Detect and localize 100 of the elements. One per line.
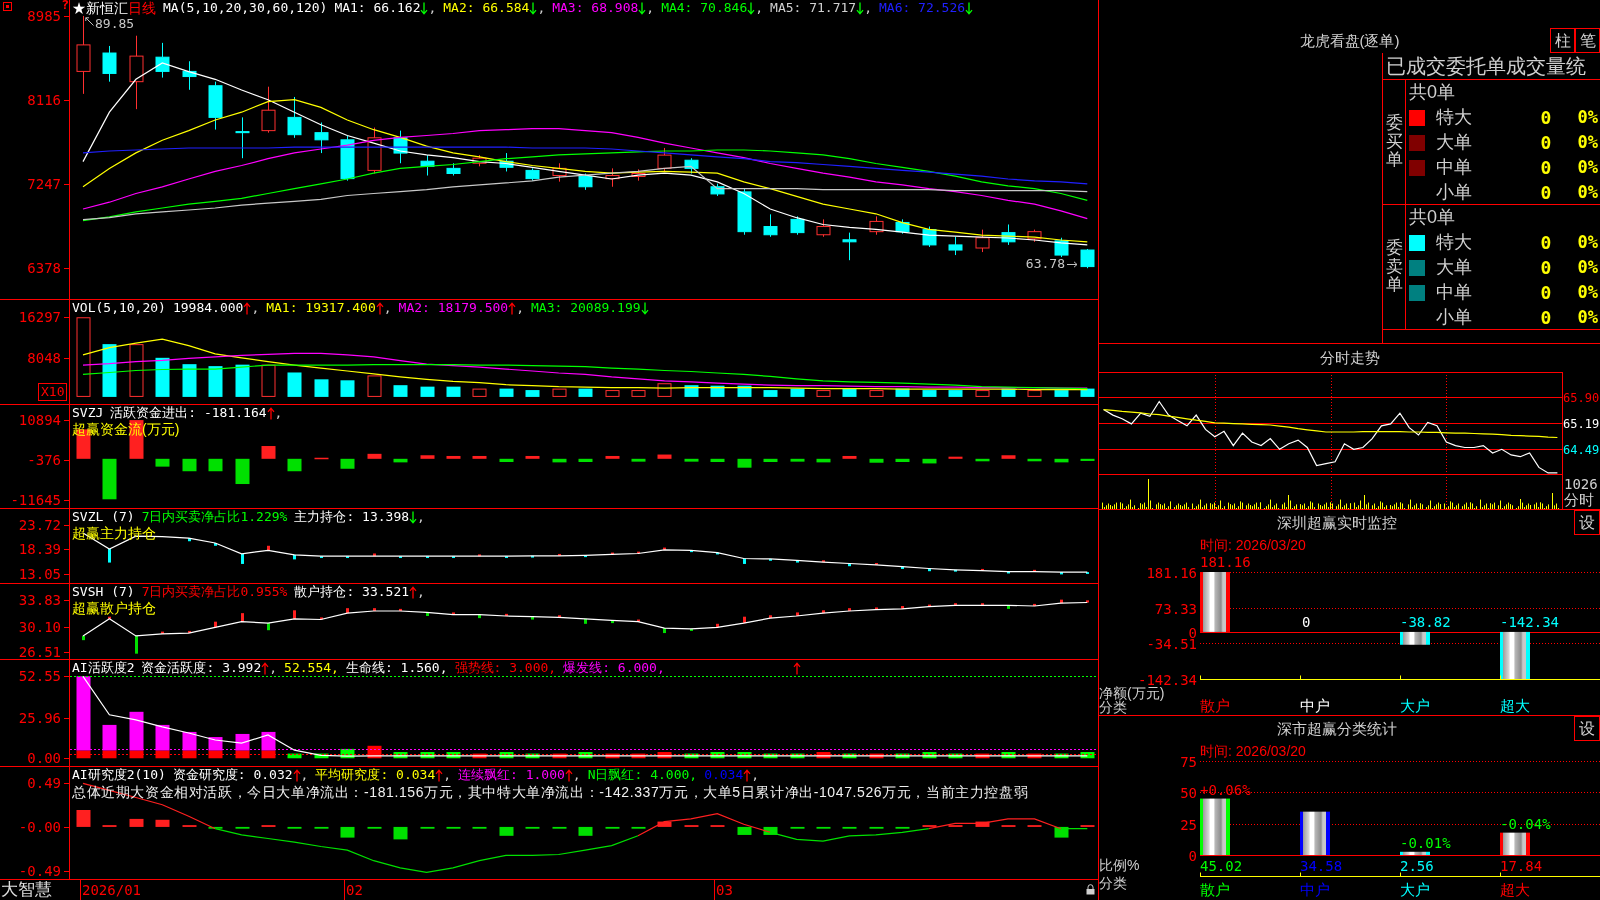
indicator-value: AI活跃度2 [72, 660, 135, 676]
indicator-value: 散户持仓: 33.521 [294, 584, 410, 600]
separator: , [537, 0, 546, 16]
date-label: 03 [716, 881, 733, 899]
axis-tick-label: 0.49 [27, 775, 61, 792]
order-count: 0 [1539, 106, 1553, 130]
axis-tick-label: 25.96 [18, 709, 61, 726]
order-size-label: 小单 [1436, 181, 1473, 204]
indicator-value: MA3: 68.908 [552, 0, 639, 16]
data-label: 45.02 [1200, 858, 1243, 874]
price-annotation: 89.85 [95, 16, 135, 31]
date-label: 2026/01 [82, 881, 141, 899]
axis-tick-label: 181.16 [1146, 565, 1197, 580]
category-label: 散户 [1200, 882, 1230, 898]
separator: , [516, 300, 524, 316]
separator: , [755, 0, 764, 16]
axis-tick-label: 0 [1188, 625, 1197, 640]
indicator-value: MA6: 72.526 [879, 0, 966, 16]
indicator-value: 资金研究度: 0.032 [172, 767, 293, 783]
indicator-value: 生命线: 1.560, [345, 660, 448, 676]
indicator-value: 19984.000 [172, 300, 244, 316]
separator: , [300, 767, 309, 783]
section-title: 深市超赢分类统计 [1275, 719, 1398, 739]
axis-tick-label: -0.49 [18, 862, 61, 879]
axis-tick-label: 0.00 [27, 750, 61, 767]
order-count: 0 [1539, 156, 1553, 180]
indicator-value: 活跃资金进出: -181.164 [110, 405, 267, 421]
indicator-value: 主力持仓: 13.398 [294, 509, 410, 525]
y-axis-title: 净额(万元) [1099, 686, 1165, 700]
axis-tick-label: 52.55 [18, 668, 61, 685]
axis-tick-label: 65.90 [1563, 390, 1600, 405]
table-title: 已成交委托单成交量统 [1383, 53, 1600, 80]
data-label: 2.56 [1400, 858, 1434, 874]
axis-tick-label: 64.49 [1563, 442, 1600, 457]
axis-tick-label: 7247 [27, 176, 61, 193]
order-size-label: 大单 [1436, 131, 1473, 154]
side-label: 委买单 [1385, 113, 1403, 171]
order-count: 0 [1539, 306, 1553, 330]
y-axis-title: 比例% [1099, 858, 1140, 872]
order-count: 0 [1539, 281, 1553, 305]
order-size-label: 小单 [1436, 306, 1473, 329]
change-label: -0.01% [1400, 835, 1451, 850]
order-share: 0% [1576, 281, 1599, 304]
axis-tick-label: 23.72 [18, 517, 61, 534]
indicator-value: N日飘红: 4.000, [587, 767, 698, 783]
order-share: 0% [1576, 181, 1599, 204]
security-name: ★新恒汇 [72, 0, 128, 16]
category-label: 大户 [1400, 882, 1430, 898]
indicator-value: VOL(5,10,20) [72, 300, 166, 316]
data-label: 17.84 [1500, 858, 1543, 874]
category-label: 中户 [1300, 698, 1330, 714]
indicator-value: 0.034 [704, 767, 744, 783]
data-label: 0 [1302, 613, 1311, 630]
chart-subtitle: 时间: 2026/03/20 [1200, 743, 1306, 759]
panel-title: 龙虎看盘(逐单) [1298, 32, 1401, 51]
separator: , [572, 767, 581, 783]
x-axis-title: 分类 [1099, 876, 1127, 890]
axis-tick-label: 33.83 [18, 592, 61, 609]
order-share: 0% [1576, 156, 1599, 179]
indicator-value: AI研究度2(10) [72, 767, 166, 783]
indicator-value: 7日内买卖净占比1.229% [141, 509, 288, 525]
separator: , [864, 0, 872, 16]
axis-tick-label: 75 [1180, 754, 1197, 769]
group-total: 共0单 [1408, 206, 1456, 229]
volume-unit-label: 分时 [1564, 492, 1594, 508]
indicator-value: MA5: 71.717 [770, 0, 857, 16]
indicator-value: SVZL (7) [72, 509, 135, 525]
separator: , [646, 0, 655, 16]
indicator-value: MA4: 70.846 [661, 0, 748, 16]
separator: , [751, 767, 760, 783]
separator: , [274, 405, 283, 421]
axis-tick-label: 18.39 [18, 541, 61, 558]
axis-tick-label: -11645 [10, 492, 61, 509]
indicator-value: MA1: 19317.400 [266, 300, 376, 316]
order-count: 0 [1539, 181, 1553, 205]
date-label: 02 [346, 881, 363, 899]
indicator-value: MA1: 66.162 [334, 0, 421, 16]
chart-subtitle: 时间: 2026/03/20 [1200, 537, 1306, 553]
separator: , [269, 660, 278, 676]
separator: , [428, 0, 437, 16]
scale-factor-label: X10 [38, 383, 68, 401]
brand-label: 大智慧 [0, 880, 53, 900]
indicator-value: MA2: 66.584 [443, 0, 530, 16]
category-label: 超大 [1500, 882, 1530, 898]
order-share: 0% [1576, 256, 1599, 279]
indicator-value: 连续飘红: 1.000 [458, 767, 565, 783]
category-label: 大户 [1400, 698, 1430, 714]
indicator-value: MA2: 18179.500 [398, 300, 509, 316]
data-label: 181.16 [1200, 554, 1251, 570]
order-size-label: 中单 [1436, 281, 1473, 304]
group-total: 共0单 [1408, 81, 1456, 104]
order-size-label: 中单 [1436, 156, 1473, 179]
axis-tick-label: -0.00 [18, 818, 61, 835]
data-label: -142.34 [1500, 613, 1559, 630]
axis-tick-label: 65.19 [1563, 416, 1600, 431]
separator: , [251, 300, 260, 316]
axis-tick-label: 8048 [27, 349, 61, 366]
change-label: -0.04% [1500, 816, 1551, 831]
category-label: 超大 [1500, 698, 1530, 714]
axis-tick-label: 13.05 [18, 565, 61, 582]
